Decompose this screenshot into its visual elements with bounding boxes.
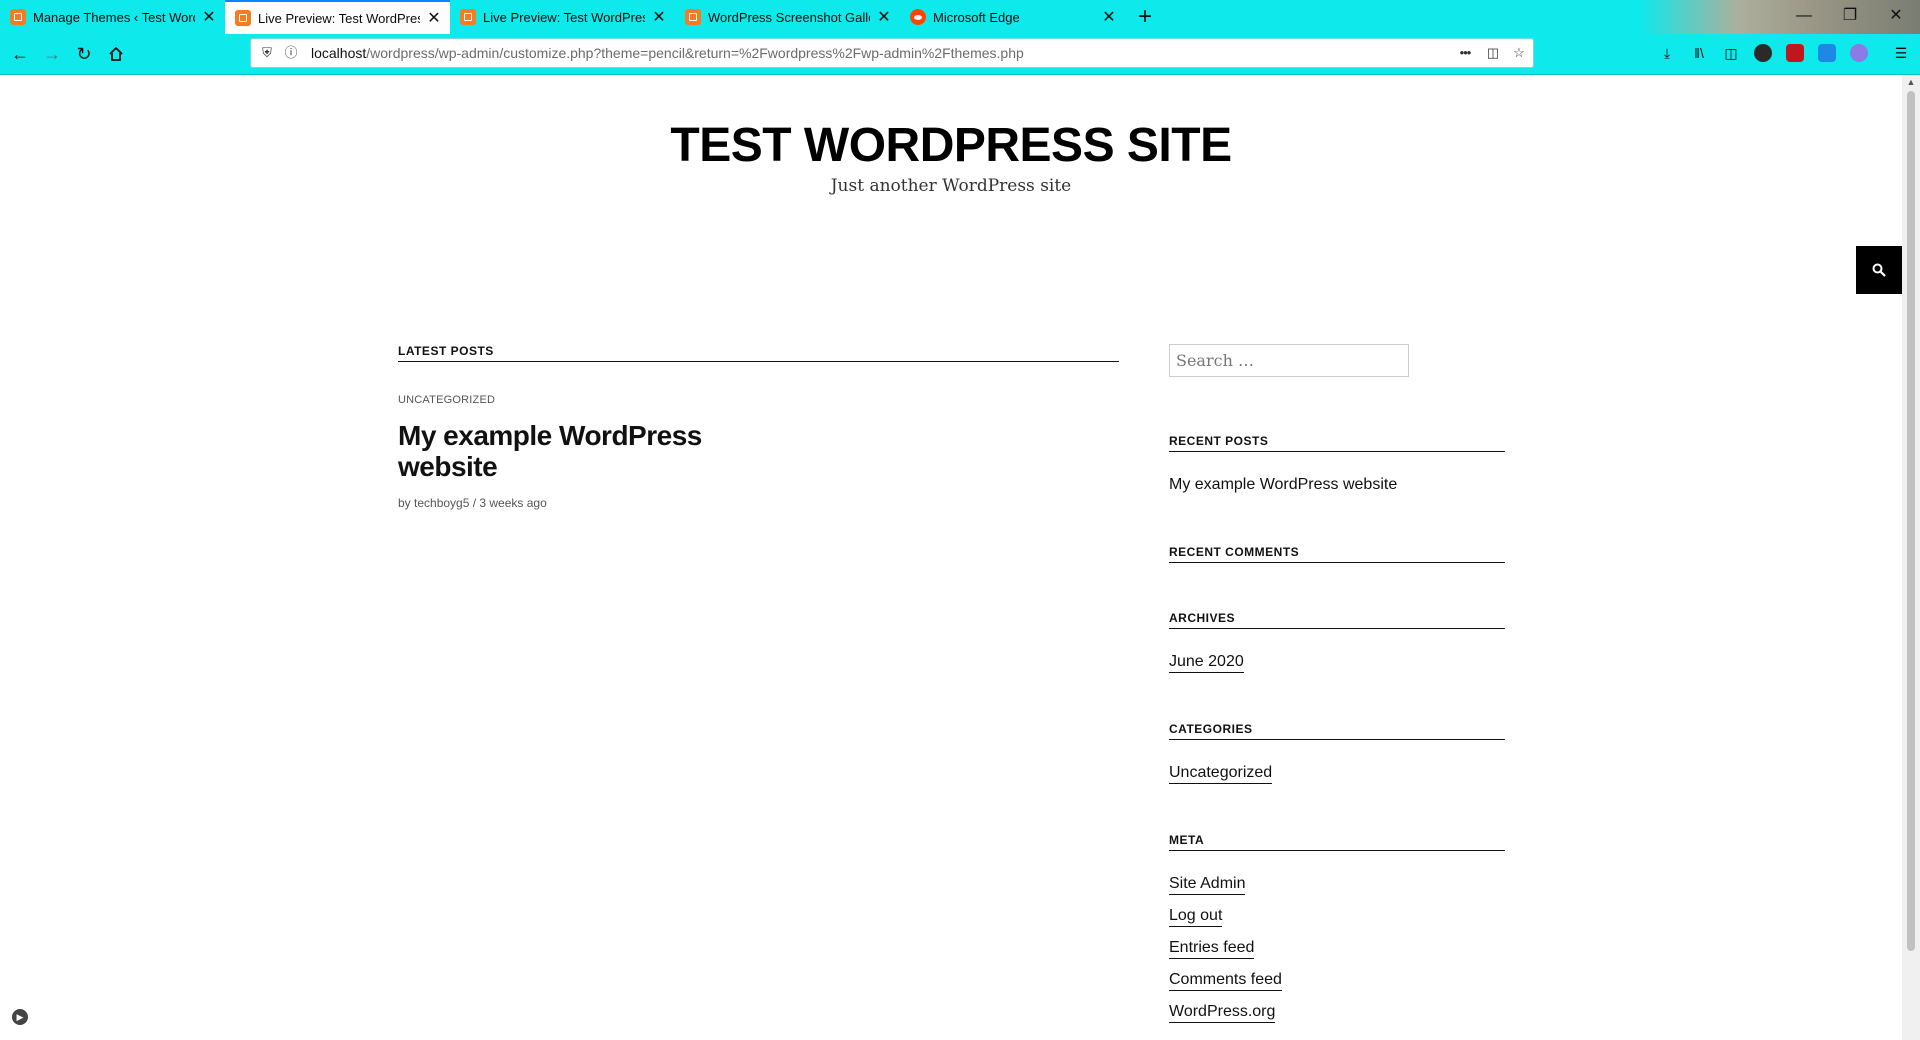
tab-title: Microsoft Edge	[933, 9, 1020, 25]
new-tab-button[interactable]: +	[1130, 2, 1160, 32]
meta-link-wordpress-org[interactable]: WordPress.org	[1169, 1003, 1276, 1023]
search-icon	[1872, 263, 1886, 277]
pocket-icon[interactable]: ◫	[1485, 45, 1501, 61]
tab-manage-themes[interactable]: Manage Themes ‹ Test WordPress Site ✕	[0, 0, 225, 34]
sidebar-icon[interactable]: ◫	[1720, 42, 1742, 64]
reddit-icon	[910, 9, 926, 25]
info-icon[interactable]: ⓘ	[283, 45, 299, 61]
search-toggle-button[interactable]	[1856, 246, 1902, 294]
tab-live-preview-active[interactable]: Live Preview: Test WordPress Site ✕	[225, 0, 450, 34]
url-text[interactable]: localhost/wordpress/wp-admin/customize.p…	[311, 45, 1024, 61]
skype-icon[interactable]	[1818, 44, 1836, 62]
ublock-icon[interactable]	[1786, 44, 1804, 62]
tab-title: Live Preview: Test WordPress Site	[258, 10, 420, 26]
library-icon[interactable]: ‖\	[1688, 42, 1710, 64]
close-icon[interactable]: ✕	[426, 8, 442, 28]
tab-title: Manage Themes ‹ Test WordPress Site	[33, 9, 195, 25]
sidebar-search-input[interactable]: Search …	[1169, 344, 1409, 377]
close-icon[interactable]: ✕	[651, 7, 667, 27]
home-button[interactable]	[100, 38, 132, 70]
recent-posts-heading: RECENT POSTS	[1169, 434, 1505, 452]
meta-heading: META	[1169, 833, 1505, 851]
tab-screenshot-gallery[interactable]: WordPress Screenshot Gallery ✕	[675, 0, 900, 34]
category-link[interactable]: Uncategorized	[1169, 764, 1273, 784]
url-host: localhost	[311, 45, 367, 61]
extension-icon[interactable]	[1850, 44, 1868, 62]
close-icon[interactable]: ✕	[876, 7, 892, 27]
address-bar[interactable]: ⛨ ⓘ localhost/wordpress/wp-admin/customi…	[250, 38, 1534, 68]
scroll-up-icon[interactable]: ▲	[1902, 75, 1920, 89]
tab-title: Live Preview: Test WordPress Site	[483, 9, 645, 25]
tab-title: WordPress Screenshot Gallery	[708, 9, 870, 25]
home-icon	[109, 46, 123, 61]
site-title[interactable]: TEST WORDPRESS SITE	[0, 118, 1902, 173]
window-close-button[interactable]: ✕	[1873, 0, 1919, 34]
xampp-icon	[460, 9, 476, 25]
downloads-icon[interactable]: ⤓	[1656, 42, 1678, 64]
recent-post-link[interactable]: My example WordPress website	[1169, 476, 1397, 494]
meta-link-comments-feed[interactable]: Comments feed	[1169, 971, 1282, 991]
menu-icon[interactable]: ☰	[1890, 42, 1912, 64]
restore-button[interactable]: ❐	[1827, 0, 1873, 34]
shield-icon[interactable]: ⛨	[259, 45, 275, 61]
forward-button[interactable]: →	[36, 38, 68, 70]
meta-link-entries-feed[interactable]: Entries feed	[1169, 939, 1255, 959]
close-icon[interactable]: ✕	[201, 7, 217, 27]
xampp-icon	[235, 10, 251, 26]
close-icon[interactable]: ✕	[1101, 7, 1117, 27]
tab-microsoft-edge[interactable]: Microsoft Edge ✕	[900, 0, 1125, 34]
recent-comments-heading: RECENT COMMENTS	[1169, 545, 1505, 563]
meta-link-site-admin[interactable]: Site Admin	[1169, 875, 1246, 895]
archives-heading: ARCHIVES	[1169, 611, 1505, 629]
minimize-button[interactable]: —	[1781, 0, 1827, 34]
post-meta: by techboyg5 / 3 weeks ago	[398, 496, 547, 510]
page-actions-button[interactable]: •••	[1455, 45, 1475, 61]
bookmark-star-icon[interactable]: ☆	[1511, 45, 1527, 61]
site-description: Just another WordPress site	[830, 176, 1072, 196]
post-title[interactable]: My example WordPress website	[398, 420, 758, 482]
tab-strip: Manage Themes ‹ Test WordPress Site ✕ Li…	[0, 0, 1920, 74]
meta-link-log-out[interactable]: Log out	[1169, 907, 1223, 927]
navigation-bar: ← → ↻ ⛨ ⓘ localhost/wordpress/wp-admin/c…	[0, 34, 1920, 75]
xampp-icon	[685, 9, 701, 25]
back-button[interactable]: ←	[4, 38, 36, 70]
post-category[interactable]: UNCATEGORIZED	[398, 394, 495, 406]
archive-link[interactable]: June 2020	[1169, 653, 1244, 673]
tab-live-preview[interactable]: Live Preview: Test WordPress Site ✕	[450, 0, 675, 34]
account-icon[interactable]	[1754, 44, 1772, 62]
customize-shortcut-icon[interactable]: ▶	[12, 1009, 28, 1025]
reload-button[interactable]: ↻	[68, 38, 100, 70]
xampp-icon	[10, 9, 26, 25]
page-scrollbar[interactable]: ▲	[1902, 75, 1920, 1040]
latest-posts-heading: LATEST POSTS	[398, 344, 1119, 362]
url-path: /wordpress/wp-admin/customize.php?theme=…	[366, 45, 1024, 61]
categories-heading: CATEGORIES	[1169, 722, 1505, 740]
scrollbar-thumb[interactable]	[1907, 91, 1915, 951]
